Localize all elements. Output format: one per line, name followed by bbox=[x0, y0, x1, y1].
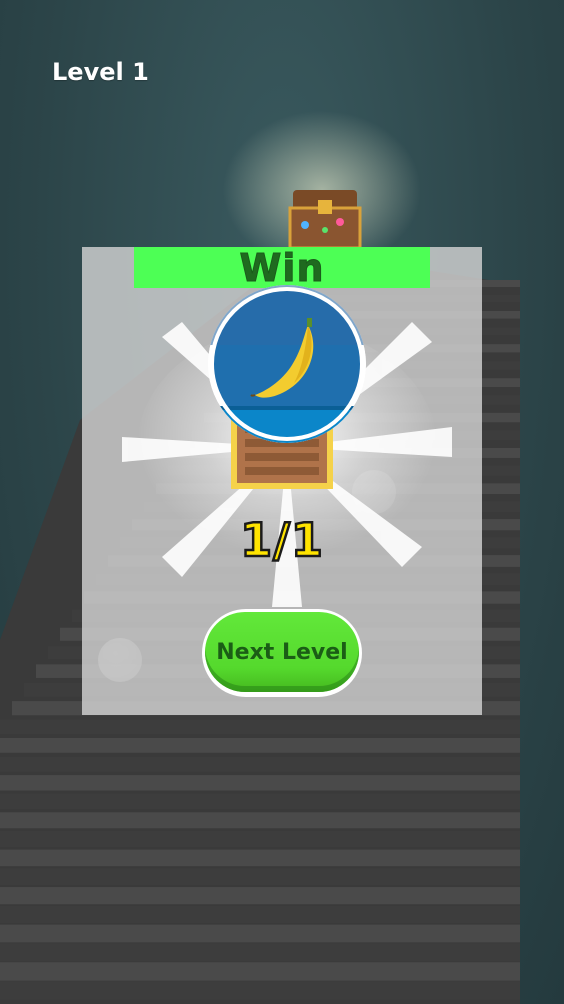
win-panel: Win 1/1 Next Level bbox=[82, 245, 482, 715]
reward-progress: 1/1 bbox=[239, 512, 324, 569]
next-level-label: Next Level bbox=[216, 639, 348, 665]
win-banner: Win bbox=[134, 245, 430, 290]
reward-badge bbox=[208, 285, 366, 443]
next-level-button-body[interactable]: Next Level bbox=[205, 612, 359, 692]
next-level-button[interactable]: Next Level bbox=[202, 609, 362, 697]
treasure-chest-icon bbox=[288, 190, 362, 250]
level-label: Level 1 bbox=[52, 58, 149, 86]
win-title: Win bbox=[239, 245, 325, 290]
